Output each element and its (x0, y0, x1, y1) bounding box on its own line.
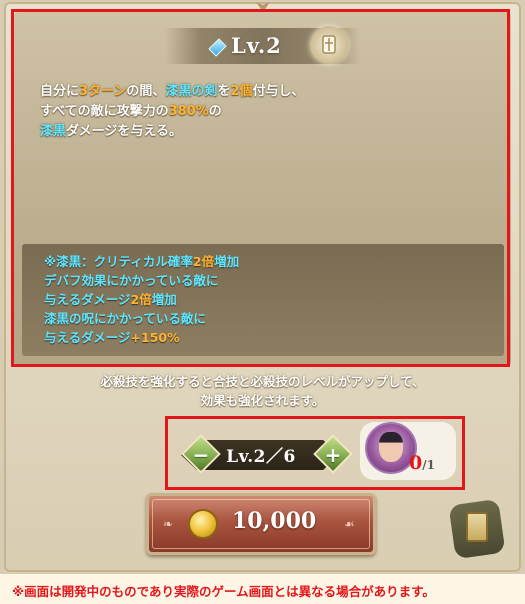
enhance-explanation-line1: 必殺技を強化すると合技と必殺技のレベルがアップして、 (100, 374, 425, 389)
text-segment: ※漆黒：クリティカル確率 (44, 254, 193, 269)
note-line: ※漆黒：クリティカル確率2倍増加 (44, 252, 484, 271)
description-line: 漆黒ダメージを与える。 (40, 122, 480, 142)
text-segment: を (217, 84, 231, 99)
enhance-explanation-line2: 効果も強化されます。 (200, 393, 325, 408)
note-line: デバフ効果にかかっている敵に (44, 271, 484, 290)
skill-note: ※漆黒：クリティカル確率2倍増加 デバフ効果にかかっている敵に 与えるダメージ2倍増… (44, 252, 484, 347)
text-segment: 増加 (151, 292, 177, 307)
target-level-display: Lv.2／6 (226, 447, 296, 467)
text-segment: 与えるダメージ (44, 330, 131, 345)
text-segment: の間、 (126, 84, 166, 99)
description-line: 自分に3ターンの間、漆黒の剣を2個付与し、 (40, 82, 480, 102)
skill-level-banner: Lv.2 (165, 22, 360, 68)
text-segment: 2個 (230, 84, 253, 99)
material-need: /1 (422, 458, 435, 472)
left-flourish-icon: ❧ (163, 517, 174, 531)
text-segment: 漆黒の呪にかかっている敵に (44, 311, 206, 326)
text-segment: 付与し、 (252, 84, 305, 99)
text-segment: 自分に (40, 84, 80, 99)
card-deck-icon (466, 512, 488, 542)
note-line: 与えるダメージ2倍増加 (44, 290, 484, 309)
text-segment: 2倍 (130, 292, 152, 307)
skill-emblem-icon (310, 26, 348, 64)
material-count: 0/1 (409, 452, 435, 474)
top-ornament (256, 2, 270, 12)
text-segment: 2倍 (192, 254, 215, 269)
text-segment: 増加 (214, 254, 240, 269)
text-segment: すべての敵に攻撃力の (40, 104, 169, 119)
text-segment: +150% (130, 330, 180, 345)
note-line: 与えるダメージ+150% (44, 328, 484, 347)
disclaimer-text: ※画面は開発中のものであり実際のゲーム画面とは異なる場合があります。 (12, 584, 435, 599)
skill-emblem-glyph (322, 35, 336, 54)
text-segment: ダメージを与える。 (66, 124, 182, 139)
level-selector: − Lv.2／6 + 0/1 (165, 416, 465, 490)
enhance-cost-amount[interactable]: 10,000 (232, 508, 316, 534)
text-segment: 与えるダメージ (44, 292, 131, 307)
character-portrait-icon (379, 432, 403, 462)
skill-level-label: Lv.2 (231, 33, 282, 58)
description-line: すべての敵に攻撃力の380%の (40, 102, 480, 122)
material-have: 0 (409, 452, 423, 474)
enhance-explanation: 必殺技を強化すると合技と必殺技のレベルがアップして、 効果も強化されます。 (0, 372, 525, 410)
text-segment: 漆黒の剣 (165, 84, 218, 99)
skill-description: 自分に3ターンの間、漆黒の剣を2個付与し、 すべての敵に攻撃力の380%の 漆黒ダメ… (40, 82, 480, 142)
text-segment: デバフ効果にかかっている敵に (44, 273, 219, 288)
text-segment: 380% (168, 104, 209, 119)
card-deck-button[interactable] (448, 498, 506, 560)
note-line: 漆黒の呪にかかっている敵に (44, 309, 484, 328)
plus-icon[interactable]: + (319, 441, 347, 469)
gold-coin-icon (188, 509, 218, 539)
text-segment: 3ターン (79, 84, 127, 99)
text-segment: 漆黒 (40, 124, 67, 139)
right-flourish-icon: ☙ (344, 517, 355, 531)
disclaimer-bar: ※画面は開発中のものであり実際のゲーム画面とは異なる場合があります。 (0, 574, 525, 604)
text-segment: の (208, 104, 222, 119)
